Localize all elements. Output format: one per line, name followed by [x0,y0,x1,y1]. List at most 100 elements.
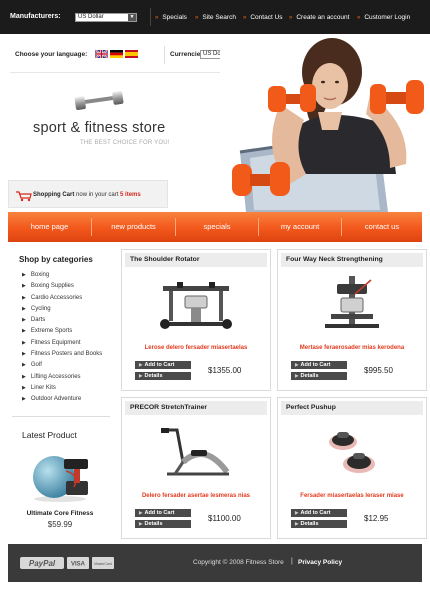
category-item[interactable]: ▶ Fitness Equipment [22,340,102,351]
triangle-right-icon: ▶ [22,373,26,380]
product-title[interactable]: Four Way Neck Strengthening [286,256,383,263]
product-title[interactable]: The Shoulder Rotator [130,256,199,263]
categories-title: Shop by categories [19,255,93,264]
add-to-cart-button[interactable]: ▶ Add to Cart [291,361,347,369]
german-flag-icon[interactable] [110,50,123,58]
product-description[interactable]: Fersader miasertaelas leraser miase [278,493,426,499]
product-title[interactable]: Perfect Pushup [286,404,336,411]
nav-specials[interactable]: specials [176,212,258,242]
top-link-site-search[interactable]: » Site Search [195,14,236,21]
category-item[interactable]: ▶ Outdoor Adventure [22,396,102,407]
arrow-right-icon: ▶ [139,510,143,515]
details-button[interactable]: ▶ Details [135,372,191,380]
latest-product-image[interactable] [30,447,92,503]
product-description[interactable]: Lerose delero fersader miasertaelas [122,345,270,351]
nav-contact-us[interactable]: contact us [342,212,422,242]
category-label: Boxing [30,272,50,278]
spanish-flag-icon[interactable] [125,50,138,58]
latest-product-name[interactable]: Ultimate Core Fitness [8,510,112,517]
category-item[interactable]: ▶ Liner Kits [22,385,102,396]
product-card: Four Way Neck Strengthening Mertase fera… [277,249,427,391]
top-link-create-account[interactable]: » Create an account [289,14,349,21]
footer: PayPal VISA MasterCard Copyright © 2008 … [8,544,422,582]
main-nav: home page new products specials my accou… [8,212,422,242]
hero-athlete-image [220,34,430,212]
add-to-cart-label: Add to Cart [144,362,175,368]
product-description[interactable]: Mertase feraerosader mias kerodena [278,345,426,351]
nav-my-account[interactable]: my account [259,212,341,242]
details-label: Details [300,373,319,379]
product-image-stretch-trainer[interactable] [155,422,237,482]
visa-logo-icon: VISA [67,557,89,569]
category-item[interactable]: ▶ Extreme Sports [22,328,102,339]
product-image-shoulder-rotator[interactable] [155,274,237,334]
category-item[interactable]: ▶ Fitness Posters and Books [22,351,102,362]
cart-text: now in your cart [76,192,119,198]
top-link-label: Create an account [296,14,350,21]
product-price: $1355.00 [208,366,242,375]
nav-home-page[interactable]: home page [8,212,91,242]
language-label: Choose your language: [15,51,88,58]
category-item[interactable]: ▶ Lifting Accessories [22,374,102,385]
details-button[interactable]: ▶ Details [291,520,347,528]
header: Choose your language: Currencies: US Dol… [0,34,430,212]
arrow-right-icon: ▶ [295,373,299,378]
shopping-cart-icon [16,191,32,202]
top-link-label: Specials [162,14,187,21]
nav-new-products[interactable]: new products [92,212,175,242]
top-link-customer-login[interactable]: » Customer Login [357,14,410,21]
arrow-right-icon: ▶ [295,521,299,526]
visa-text: VISA [71,562,86,568]
category-label: Fitness Equipment [30,339,81,346]
category-item[interactable]: ▶ Cycling [22,306,102,317]
category-item[interactable]: ▶ Boxing [22,272,102,283]
category-label: Darts [30,317,46,324]
paypal-logo-icon: PayPal [20,557,64,569]
add-to-cart-button[interactable]: ▶ Add to Cart [135,509,191,517]
product-description[interactable]: Delero fersader asertae lesmeras nias [122,493,270,499]
mastercard-logo-icon: MasterCard [92,557,114,569]
sidebar-divider [12,416,110,417]
top-link-specials[interactable]: » Specials [155,14,187,21]
add-to-cart-button[interactable]: ▶ Add to Cart [291,509,347,517]
details-label: Details [144,373,163,379]
category-item[interactable]: ▶ Darts [22,317,102,328]
copyright-text: Copyright © 2008 Fitness Store [193,559,284,566]
product-price: $995.50 [364,366,393,375]
arrow-right-icon: ▶ [139,362,143,367]
product-card: PRECOR StretchTrainer Delero fersader as… [121,397,271,539]
top-link-contact-us[interactable]: » Contact Us [243,14,283,21]
cart-label: Shopping Cart [33,192,75,198]
shopping-cart-box[interactable]: Shopping Cart now in your cart 5 items [8,180,168,208]
chevron-right-icon: » [243,15,247,21]
triangle-right-icon: ▶ [22,362,26,369]
product-title[interactable]: PRECOR StretchTrainer [130,404,207,411]
product-card: The Shoulder Rotator Lerose delero fersa… [121,249,271,391]
details-button[interactable]: ▶ Details [291,372,347,380]
arrow-right-icon: ▶ [139,521,143,526]
category-label: Lifting Accessories [30,373,81,380]
store-name: sport & fitness store [33,120,166,136]
triangle-right-icon: ▶ [22,294,26,301]
triangle-right-icon: ▶ [22,328,26,335]
category-label: Golf [30,362,42,369]
category-label: Fitness Posters and Books [30,351,103,358]
product-image-perfect-pushup[interactable] [311,422,393,482]
category-label: Extreme Sports [30,328,73,335]
category-item[interactable]: ▶ Cardio Accessories [22,295,102,306]
product-image-neck-strengthening[interactable] [311,274,393,334]
top-divider [150,8,151,26]
top-link-label: Contact Us [250,14,283,21]
cart-summary: Shopping Cart now in your cart 5 items [33,192,141,198]
add-to-cart-label: Add to Cart [300,362,331,368]
cart-count: 5 items [120,192,141,198]
uk-flag-icon[interactable] [95,50,108,58]
category-item[interactable]: ▶ Golf [22,362,102,373]
privacy-policy-link[interactable]: Privacy Policy [298,559,342,566]
footer-separator: | [291,558,293,565]
dumbbell-logo-icon [74,90,124,111]
category-item[interactable]: ▶ Boxing Supplies [22,283,102,294]
manufacturers-select[interactable]: US Dollar ▼ [75,13,137,22]
details-button[interactable]: ▶ Details [135,520,191,528]
add-to-cart-button[interactable]: ▶ Add to Cart [135,361,191,369]
